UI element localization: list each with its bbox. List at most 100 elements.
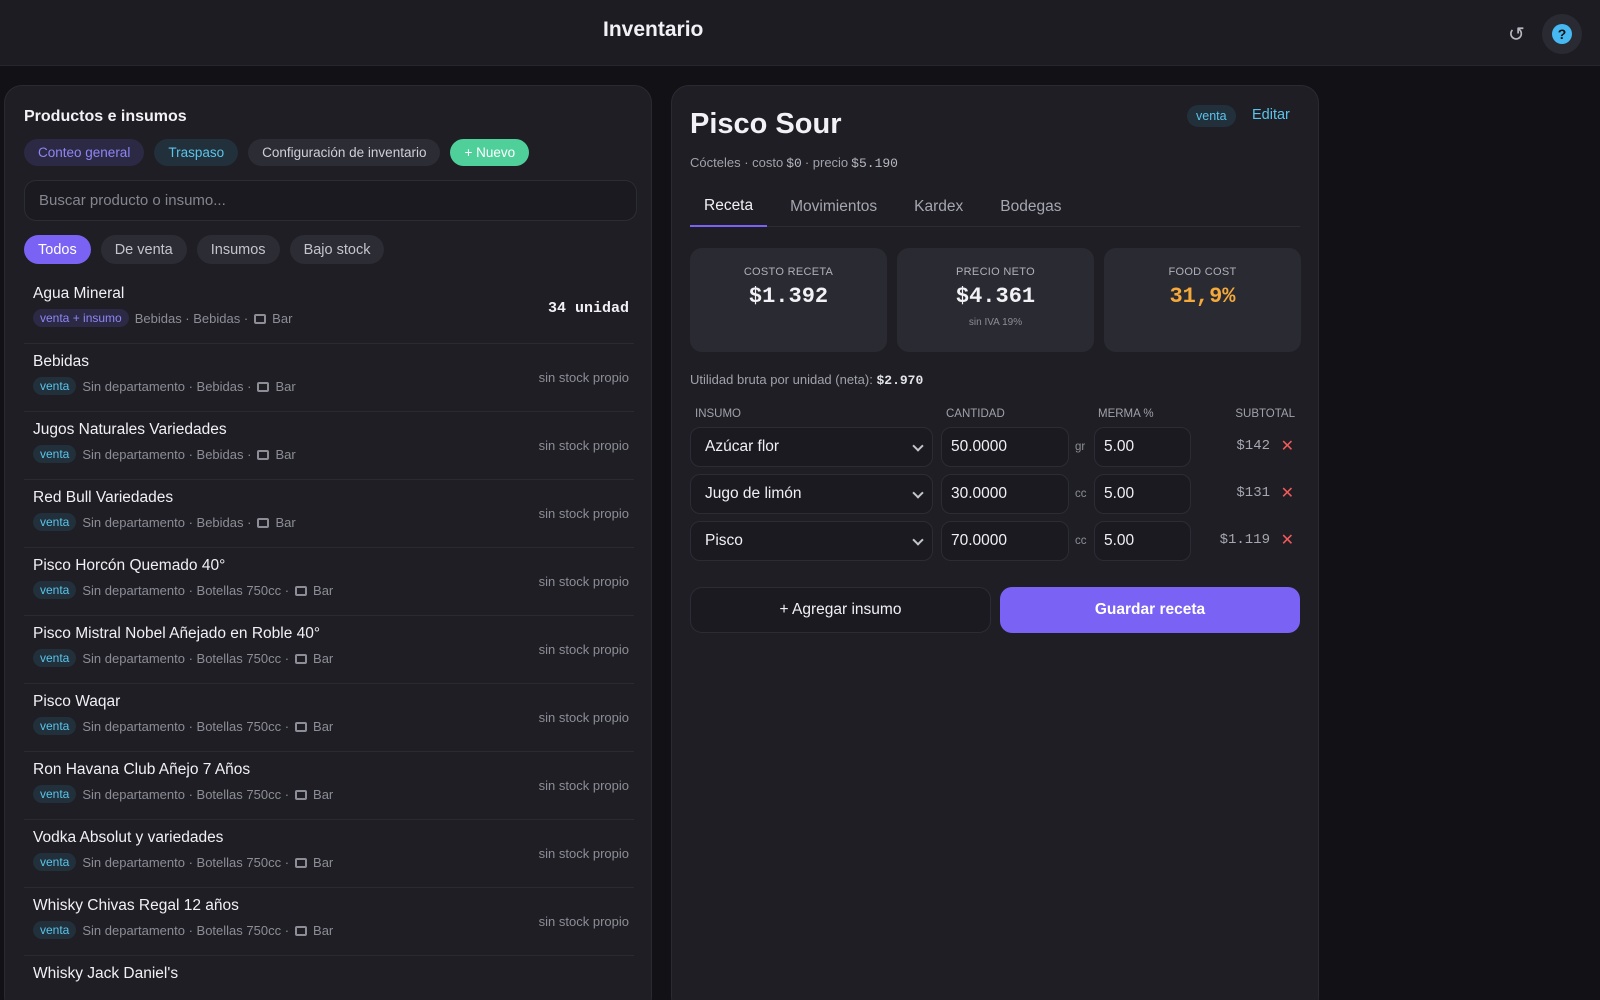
delete-icon[interactable]: ✕ [1281, 483, 1294, 503]
chevron-down-icon [912, 440, 924, 452]
summary-cards: COSTO RECETA $1.392 PRECIO NETO $4.361 s… [690, 248, 1301, 352]
item-meta: venta Sin departamento · Botellas 750cc ·… [33, 921, 333, 939]
item-meta: venta Sin departamento · Botellas 750cc ·… [33, 649, 333, 667]
transfer-button[interactable]: Traspaso [154, 139, 239, 166]
printer-icon [295, 586, 308, 596]
recipe-row: Azúcar flor gr $142 ✕ [690, 427, 1300, 467]
quantity-input[interactable] [941, 427, 1069, 467]
list-item[interactable]: Pisco Mistral Nobel Añejado en Roble 40°… [24, 616, 634, 684]
item-location: Bar [275, 378, 296, 394]
card-value: $1.392 [748, 284, 829, 309]
printer-icon [295, 654, 308, 664]
printer-icon [254, 314, 267, 324]
ingredient-select[interactable]: Pisco [690, 521, 933, 561]
tab-kardex[interactable]: Kardex [900, 186, 977, 227]
item-stock: sin stock propio [538, 574, 629, 589]
list-item[interactable]: Vodka Absolut y variedades venta Sin depar… [24, 820, 634, 888]
waste-input[interactable] [1094, 521, 1191, 561]
product-list: Agua Mineral venta + insumo Bebidas · Bebi… [24, 276, 634, 1000]
item-location: Bar [313, 650, 334, 666]
waste-input[interactable] [1094, 427, 1191, 467]
card-note: sin IVA 19% [968, 317, 1023, 328]
recipe-cost-card: COSTO RECETA $1.392 [690, 248, 887, 352]
item-category: Sin departamento · Botellas 750cc · [82, 854, 290, 870]
add-ingredient-button[interactable]: + Agregar insumo [690, 587, 991, 633]
filter-sale[interactable]: De venta [100, 235, 187, 264]
item-category: Sin departamento · Botellas 750cc · [82, 718, 290, 734]
unit-label: cc [1075, 535, 1087, 547]
col-insumo: INSUMO [695, 408, 741, 420]
printer-icon [257, 450, 270, 460]
ingredient-name: Jugo de limón [705, 485, 802, 502]
filter-low-stock[interactable]: Bajo stock [289, 235, 385, 264]
gross-profit-label: Utilidad bruta por unidad (neta): [690, 372, 873, 387]
item-category: Bebidas · Bebidas · [134, 310, 249, 326]
delete-icon[interactable]: ✕ [1281, 436, 1294, 456]
tab-movimientos[interactable]: Movimientos [776, 186, 891, 227]
list-item[interactable]: Jugos Naturales Variedades venta Sin depar… [24, 412, 634, 480]
product-title: Pisco Sour [690, 108, 842, 140]
products-panel: Productos e insumos Conteo general Trasp… [4, 85, 652, 1000]
item-category: Sin departamento · Bebidas · [82, 378, 252, 394]
save-recipe-button[interactable]: Guardar receta [1000, 587, 1300, 633]
list-item[interactable]: Bebidas venta Sin departamento · Bebidas ·… [24, 344, 634, 412]
item-category: Sin departamento · Bebidas · [82, 446, 252, 462]
item-category: Sin departamento · Bebidas · [82, 514, 252, 530]
list-item[interactable]: Red Bull Variedades venta Sin departamento… [24, 480, 634, 548]
tab-bodegas[interactable]: Bodegas [986, 186, 1075, 227]
item-meta: venta Sin departamento · Botellas 750cc ·… [33, 853, 333, 871]
recipe-row: Pisco cc $1.119 ✕ [690, 521, 1300, 561]
printer-icon [295, 858, 308, 868]
filter-row: Todos De venta Insumos Bajo stock [24, 235, 385, 264]
item-name: Whisky Chivas Regal 12 años [33, 897, 239, 914]
row-subtotal: $131 [1236, 485, 1270, 501]
item-stock: sin stock propio [538, 438, 629, 453]
item-name: Ron Havana Club Añejo 7 Años [33, 761, 251, 778]
card-value: $4.361 [955, 284, 1036, 309]
list-item[interactable]: Pisco Waqar venta Sin departamento · Botel… [24, 684, 634, 752]
delete-icon[interactable]: ✕ [1281, 530, 1294, 550]
help-button[interactable]: ? [1542, 14, 1582, 54]
edit-link[interactable]: Editar [1252, 107, 1290, 123]
quantity-input[interactable] [941, 474, 1069, 514]
item-type-tag: venta [33, 717, 77, 735]
product-subtitle: Cócteles · costo $0 · precio $5.190 [690, 155, 898, 171]
gross-profit: Utilidad bruta por unidad (neta): $2.970 [690, 372, 923, 388]
item-name: Jugos Naturales Variedades [33, 421, 227, 438]
item-location: Bar [313, 786, 334, 802]
list-item[interactable]: Agua Mineral venta + insumo Bebidas · Bebi… [24, 276, 634, 344]
item-location: Bar [313, 718, 334, 734]
waste-input[interactable] [1094, 474, 1191, 514]
page-title: Inventario [603, 18, 704, 41]
item-category: Sin departamento · Botellas 750cc · [82, 650, 290, 666]
quantity-input[interactable] [941, 521, 1069, 561]
search-input[interactable] [24, 180, 637, 221]
products-panel-title: Productos e insumos [24, 108, 187, 125]
price-separator: · precio [804, 155, 849, 170]
item-name: Whisky Jack Daniel's [33, 965, 179, 982]
col-cantidad: CANTIDAD [946, 408, 1005, 420]
printer-icon [295, 790, 308, 800]
item-stock: sin stock propio [538, 370, 629, 385]
filter-supplies[interactable]: Insumos [196, 235, 280, 264]
ingredient-select[interactable]: Azúcar flor [690, 427, 933, 467]
new-product-button[interactable]: + Nuevo [450, 139, 530, 166]
list-item[interactable]: Pisco Horcón Quemado 40° venta Sin departa… [24, 548, 634, 616]
list-item[interactable]: Whisky Chivas Regal 12 años venta Sin depa… [24, 888, 634, 956]
refresh-icon[interactable]: ↺ [1508, 22, 1525, 47]
ingredient-name: Pisco [705, 532, 743, 549]
list-item[interactable]: Ron Havana Club Añejo 7 Años venta Sin dep… [24, 752, 634, 820]
printer-icon [295, 722, 308, 732]
ingredient-select[interactable]: Jugo de limón [690, 474, 933, 514]
filter-all[interactable]: Todos [24, 235, 91, 264]
item-type-tag: venta [33, 853, 77, 871]
tab-receta[interactable]: Receta [690, 186, 768, 227]
card-value: 31,9% [1169, 284, 1236, 309]
inventory-settings-button[interactable]: Configuración de inventario [248, 139, 441, 166]
list-item[interactable]: Whisky Jack Daniel's [24, 956, 634, 1000]
general-count-button[interactable]: Conteo general [24, 139, 145, 166]
item-location: Bar [313, 854, 334, 870]
product-category: Cócteles · costo [690, 155, 784, 170]
product-type-badge: venta [1187, 105, 1236, 127]
item-stock: sin stock propio [538, 506, 629, 521]
